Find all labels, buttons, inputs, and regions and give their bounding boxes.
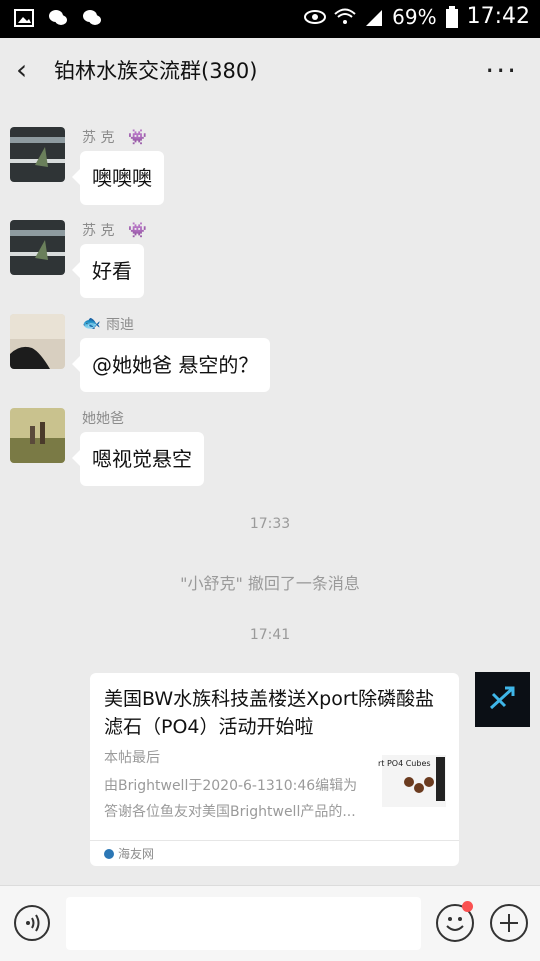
message-list[interactable]: 苏 克 👾 噢噢噢 苏 克 👾 好看 🐟 雨迪 @她她爸 悬空的？ 她她爸 嗯视…: [0, 102, 540, 886]
badge-icon: 👾: [128, 221, 147, 239]
source-label: 海友网: [118, 847, 155, 861]
status-right: 69% 17:42: [304, 4, 530, 29]
chat-header: ‹ 铂林水族交流群(380) ···: [0, 38, 540, 102]
card-title: 美国BW水族科技盖楼送Xport除磷酸盐滤石（PO4）活动开始啦: [104, 688, 435, 738]
sender-name: 苏 克: [82, 130, 115, 146]
timestamp: 17:33: [249, 516, 291, 532]
eye-icon: [304, 9, 327, 24]
avatar[interactable]: [10, 220, 65, 275]
wechat-icon-2: [83, 10, 101, 25]
card-source: 海友网: [104, 845, 154, 862]
sender-name: 她她爸: [82, 411, 124, 427]
source-icon: [104, 849, 114, 859]
sender-name: 苏 克: [82, 223, 115, 239]
card-thumbnail: rt PO4 Cubes: [378, 755, 446, 807]
link-card[interactable]: 美国BW水族科技盖楼送Xport除磷酸盐滤石（PO4）活动开始啦 本帖最后 由B…: [90, 673, 459, 866]
my-avatar[interactable]: [475, 672, 530, 727]
card-divider: [90, 840, 459, 841]
voice-icon[interactable]: [14, 905, 50, 941]
message-bubble[interactable]: 好看: [72, 244, 144, 298]
add-icon[interactable]: [490, 904, 528, 942]
message-input[interactable]: [66, 897, 421, 950]
badge-icon: 👾: [128, 128, 147, 146]
message-bubble[interactable]: @她她爸 悬空的？: [71, 338, 271, 392]
timestamp: 17:41: [249, 627, 291, 643]
status-left: [14, 8, 102, 28]
status-bar: 69% 17:42: [0, 0, 540, 38]
status-time: 17:42: [466, 4, 530, 29]
battery-level: 69%: [392, 4, 437, 29]
card-subtitle: 本帖最后: [104, 750, 160, 766]
fish-icon: 🐟: [82, 314, 101, 332]
sender-name: 雨迪: [106, 317, 134, 333]
wifi-icon: [334, 8, 356, 24]
recall-notice: "小舒克" 撤回了一条消息: [180, 574, 360, 593]
notification-dot: [462, 901, 473, 912]
input-bar: [0, 885, 540, 961]
signal-icon: [366, 9, 383, 26]
message-bubble[interactable]: 嗯视觉悬空: [72, 432, 204, 486]
message-bubble[interactable]: 噢噢噢: [72, 151, 164, 205]
thumb-caption: rt PO4 Cubes: [378, 759, 431, 768]
back-icon[interactable]: ‹: [16, 54, 40, 86]
avatar[interactable]: [10, 314, 65, 369]
card-description: 由Brightwell于2020-6-1310:46编辑为答谢各位鱼友对美国Br…: [104, 778, 358, 820]
more-options-icon[interactable]: ···: [485, 54, 518, 87]
battery-icon: [445, 5, 458, 28]
chat-title: 铂林水族交流群(380): [54, 59, 258, 83]
gallery-icon: [14, 9, 34, 27]
avatar[interactable]: [10, 408, 65, 463]
avatar[interactable]: [10, 127, 65, 182]
wechat-icon: [49, 10, 67, 25]
